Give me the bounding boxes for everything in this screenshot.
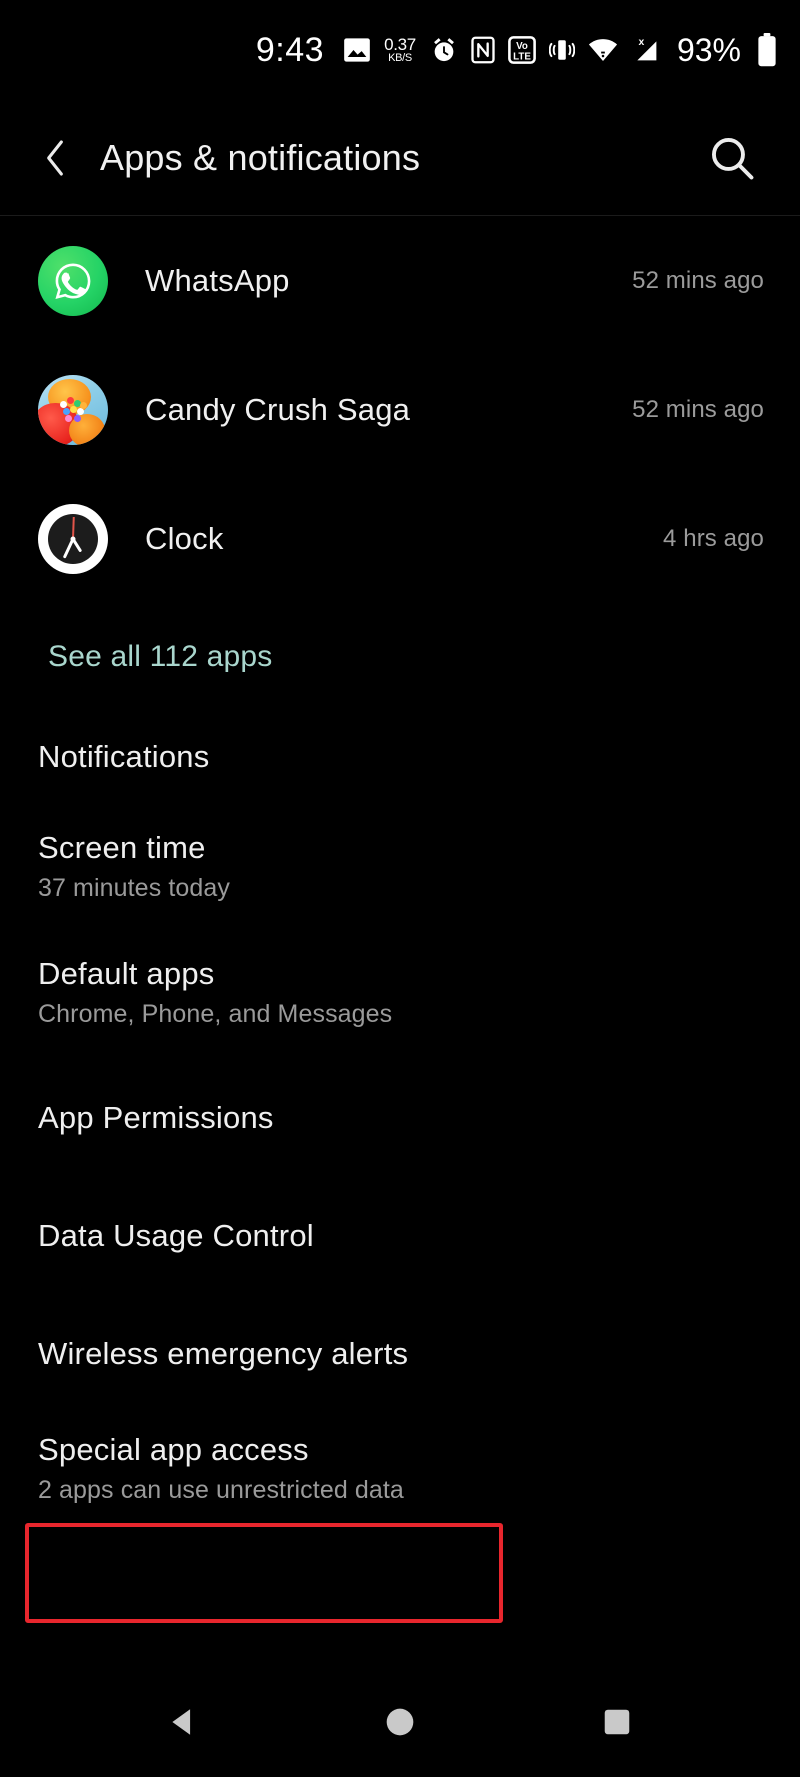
phone-screen: 9:43 0.37 KB/S Vo LTE x 93% Apps & notif… <box>0 0 800 1777</box>
search-button[interactable] <box>700 126 764 190</box>
see-all-apps-label: See all 112 apps <box>48 640 273 673</box>
settings-item-default-apps[interactable]: Default apps Chrome, Phone, and Messages <box>0 926 800 1059</box>
candy-crush-saga-icon <box>38 374 108 445</box>
see-all-apps-link[interactable]: See all 112 apps <box>0 608 800 706</box>
status-bar: 9:43 0.37 KB/S Vo LTE x 93% <box>0 0 800 100</box>
highlight-box-special-app-access <box>25 1523 503 1623</box>
settings-item-title: Notifications <box>38 738 210 774</box>
nav-recents-button[interactable] <box>586 1691 648 1753</box>
app-row-candy-crush-saga[interactable]: Candy Crush Saga 52 mins ago <box>0 345 800 474</box>
nav-home-button[interactable] <box>369 1691 431 1753</box>
app-name: Candy Crush Saga <box>145 391 411 427</box>
nav-back-button[interactable] <box>152 1691 214 1753</box>
settings-item-title: Wireless emergency alerts <box>38 1336 409 1371</box>
nav-recents-square-icon <box>604 1709 630 1735</box>
svg-text:Vo: Vo <box>516 41 528 52</box>
recent-apps-list: WhatsApp 52 mins ago Candy Crush Saga 52… <box>0 216 800 603</box>
settings-item-title: Default apps <box>38 956 215 991</box>
nav-home-circle-icon <box>386 1708 414 1736</box>
settings-item-subtitle: 37 minutes today <box>38 874 230 902</box>
settings-item-subtitle: 2 apps can use unrestricted data <box>38 1475 404 1504</box>
svg-text:LTE: LTE <box>513 51 531 62</box>
whatsapp-icon <box>38 245 108 316</box>
search-icon <box>712 137 754 179</box>
wifi-icon <box>588 36 618 64</box>
vibrate-icon <box>548 36 575 64</box>
data-speed-value: 0.37 <box>384 35 416 54</box>
app-last-used: 4 hrs ago <box>663 524 764 552</box>
nav-back-triangle-icon <box>172 1709 191 1735</box>
status-bar-clock: 9:43 <box>255 30 325 69</box>
settings-item-wireless-emergency-alerts[interactable]: Wireless emergency alerts <box>0 1295 800 1413</box>
signal-no-sim-icon: x <box>631 35 661 65</box>
svg-text:x: x <box>638 37 644 48</box>
settings-item-app-permissions[interactable]: App Permissions <box>0 1059 800 1177</box>
settings-item-title: Data Usage Control <box>38 1218 314 1253</box>
settings-item-subtitle: Chrome, Phone, and Messages <box>38 1000 393 1028</box>
nfc-icon <box>471 36 495 64</box>
app-last-used: 52 mins ago <box>632 395 764 423</box>
settings-item-title: Screen time <box>38 830 206 865</box>
settings-item-title: Special app access <box>38 1431 309 1467</box>
app-last-used: 52 mins ago <box>632 266 764 294</box>
app-row-clock[interactable]: Clock 4 hrs ago <box>0 474 800 603</box>
data-speed-indicator: 0.37 KB/S <box>384 36 416 64</box>
battery-percent-label: 93% <box>676 31 741 68</box>
settings-item-special-app-access[interactable]: Special app access 2 apps can use unrest… <box>0 1413 800 1523</box>
settings-item-screen-time[interactable]: Screen time 37 minutes today <box>0 807 800 926</box>
settings-item-data-usage-control[interactable]: Data Usage Control <box>0 1177 800 1295</box>
back-button[interactable] <box>20 122 92 194</box>
app-row-whatsapp[interactable]: WhatsApp 52 mins ago <box>0 216 800 345</box>
app-bar: Apps & notifications <box>0 100 800 215</box>
data-speed-unit: KB/S <box>388 52 412 64</box>
battery-full-icon <box>754 33 778 67</box>
settings-item-notifications[interactable]: Notifications <box>0 706 800 807</box>
settings-list: Notifications Screen time 37 minutes tod… <box>0 706 800 1523</box>
photo-icon <box>343 37 371 63</box>
clock-icon <box>38 503 108 574</box>
volte-icon: Vo LTE <box>508 36 536 64</box>
back-chevron-icon <box>47 139 63 176</box>
app-name: WhatsApp <box>145 262 290 298</box>
navigation-bar <box>0 1667 800 1777</box>
alarm-icon <box>430 36 458 64</box>
settings-item-title: App Permissions <box>38 1100 274 1135</box>
page-title: Apps & notifications <box>100 136 421 178</box>
app-name: Clock <box>145 520 224 556</box>
